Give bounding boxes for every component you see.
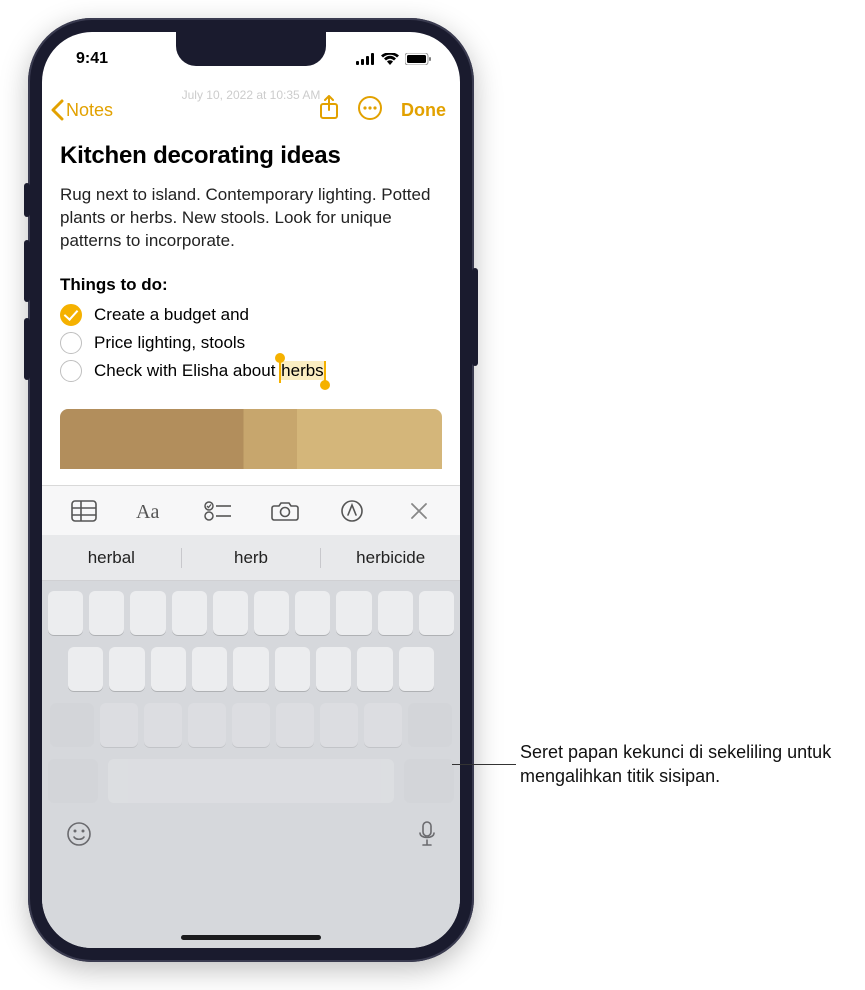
blank-key [144,703,182,747]
suggestion-item[interactable]: herbal [42,548,181,568]
blank-key [316,647,351,691]
notes-format-toolbar: Aa [42,485,460,535]
camera-button[interactable] [262,500,308,522]
blank-key [254,591,289,635]
close-icon [410,502,428,520]
iphone-device-frame: 9:41 Notes July 10, 2022 at 10:35 AM D [28,18,474,962]
silent-switch [24,183,30,217]
blank-spacebar [108,759,394,803]
checklist-icon [204,500,232,522]
note-body[interactable]: Rug next to island. Contemporary lightin… [60,184,442,253]
blank-key [172,591,207,635]
blank-key [48,759,98,803]
note-content[interactable]: Kitchen decorating ideas Rug next to isl… [42,134,460,485]
close-toolbar-button[interactable] [396,502,442,520]
checklist: Create a budget and Price lighting, stoo… [60,301,442,385]
checklist-text[interactable]: Create a budget and [94,305,249,325]
checklist-button[interactable] [195,500,241,522]
wifi-icon [381,53,399,65]
battery-icon [405,53,432,65]
callout-leader-line [452,764,516,765]
blank-key [151,647,186,691]
suggestion-item[interactable]: herb [181,548,321,568]
home-indicator[interactable] [181,935,321,940]
status-icons [356,53,432,65]
callout-text: Seret papan kekunci di sekeliling untuk … [520,740,850,789]
blank-key [408,703,452,747]
blank-key [192,647,227,691]
volume-down-button [24,318,30,380]
checkbox-icon[interactable] [60,332,82,354]
checklist-text[interactable]: Price lighting, stools [94,333,245,353]
svg-text:Aa: Aa [136,501,159,522]
blank-key [188,703,226,747]
checkbox-checked-icon[interactable] [60,304,82,326]
checkbox-icon[interactable] [60,360,82,382]
note-title[interactable]: Kitchen decorating ideas [60,142,442,170]
blank-key [364,703,402,747]
checklist-text[interactable]: Check with Elisha about herbs [94,361,325,381]
note-timestamp: July 10, 2022 at 10:35 AM [182,88,321,102]
markup-icon [340,499,364,523]
blank-key [89,591,124,635]
blank-key [213,591,248,635]
blank-key [50,703,94,747]
blank-key [233,647,268,691]
blank-key [336,591,371,635]
checklist-item[interactable]: Check with Elisha about herbs [60,357,442,385]
checklist-item[interactable]: Create a budget and [60,301,442,329]
text-selection[interactable]: herbs [280,361,325,380]
blank-key [419,591,454,635]
table-icon [71,500,97,522]
chevron-left-icon [50,99,64,121]
blank-key [404,759,454,803]
back-label: Notes [66,100,113,121]
quicktype-suggestions: herbal herb herbicide [42,535,460,581]
notch [176,32,326,66]
more-button[interactable] [357,95,383,126]
table-button[interactable] [61,500,107,522]
share-button[interactable] [319,95,339,126]
blank-key [378,591,413,635]
back-button[interactable]: Notes [50,99,113,121]
dictation-button[interactable] [418,821,436,852]
emoji-button[interactable] [66,821,92,852]
blank-key [357,647,392,691]
blank-key [48,591,83,635]
text-format-icon: Aa [136,500,166,522]
blank-key [232,703,270,747]
microphone-icon [418,821,436,847]
suggestion-item[interactable]: herbicide [320,548,460,568]
screen: 9:41 Notes July 10, 2022 at 10:35 AM D [42,32,460,948]
volume-up-button [24,240,30,302]
emoji-icon [66,821,92,847]
share-icon [319,95,339,121]
blank-key [399,647,434,691]
side-button [472,268,478,366]
blank-key [276,703,314,747]
done-button[interactable]: Done [401,100,446,121]
text-format-button[interactable]: Aa [128,500,174,522]
blank-key [109,647,144,691]
nav-bar: Notes July 10, 2022 at 10:35 AM Done [42,86,460,134]
camera-icon [271,500,299,522]
blank-key [130,591,165,635]
ellipsis-circle-icon [357,95,383,121]
markup-button[interactable] [329,499,375,523]
blank-key [295,591,330,635]
checklist-item[interactable]: Price lighting, stools [60,329,442,357]
blank-key [100,703,138,747]
blank-key [68,647,103,691]
selection-handle-end[interactable] [320,380,330,390]
status-time: 9:41 [76,50,108,68]
blank-key [275,647,310,691]
note-subhead[interactable]: Things to do: [60,275,442,295]
keyboard-trackpad-mode[interactable] [42,581,460,948]
cellular-icon [356,53,375,65]
note-image-attachment[interactable] [60,409,442,469]
blank-key [320,703,358,747]
